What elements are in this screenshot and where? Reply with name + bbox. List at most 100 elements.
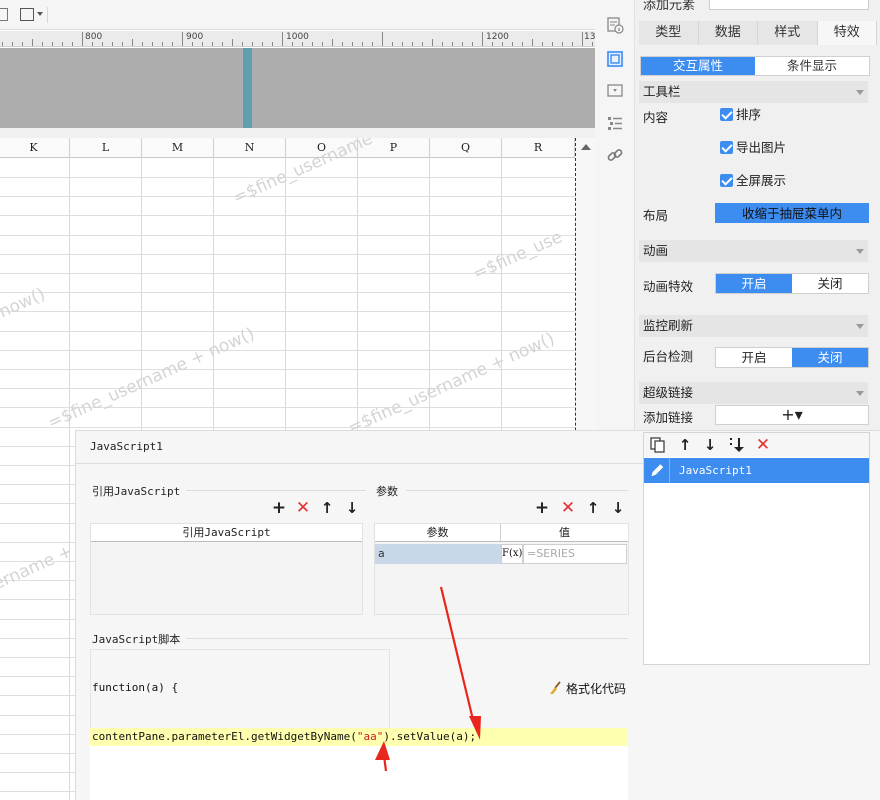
delete-icon[interactable]: ✕ xyxy=(755,437,771,454)
position-marker[interactable] xyxy=(243,48,252,128)
tab-effects[interactable]: 特效 xyxy=(817,21,877,45)
section-hyperlink[interactable]: 超级链接 xyxy=(639,382,868,404)
column-header-m[interactable]: M xyxy=(142,138,214,158)
ruler-tick xyxy=(172,42,173,46)
checkbox-checked-icon[interactable] xyxy=(720,174,733,187)
check-export-image[interactable]: 导出图片 xyxy=(720,140,786,156)
ruler-tick xyxy=(82,32,83,46)
ruler-tick xyxy=(362,42,363,46)
chevron-down-icon[interactable] xyxy=(37,12,43,16)
ruler-tick xyxy=(372,42,373,46)
ruler-tick xyxy=(512,42,513,46)
ruler-tick xyxy=(272,42,273,46)
band-gap xyxy=(0,128,595,138)
tab-type[interactable]: 类型 xyxy=(639,21,699,45)
dropdown-icon[interactable] xyxy=(606,82,624,100)
ruler-tick xyxy=(572,42,573,46)
list-icon[interactable] xyxy=(606,114,624,132)
layout-select[interactable]: 收缩于抽屉菜单内 xyxy=(715,203,869,223)
effects-subtabs: 交互属性 条件显示 xyxy=(640,56,870,76)
ruler-tick xyxy=(12,42,13,46)
arrow-down-icon[interactable]: ↓ xyxy=(702,437,718,453)
tab-style[interactable]: 样式 xyxy=(758,21,818,45)
frame-icon[interactable] xyxy=(20,8,34,21)
chevron-down-icon[interactable] xyxy=(856,249,864,254)
move-down-icon[interactable] xyxy=(728,436,746,454)
grid-row-line xyxy=(0,215,575,216)
grid-icon[interactable] xyxy=(0,8,8,21)
ruler-tick xyxy=(402,42,403,46)
section-monitor-refresh[interactable]: 监控刷新 xyxy=(639,315,868,337)
add-icon[interactable]: + xyxy=(271,500,287,517)
check-fullscreen[interactable]: 全屏展示 xyxy=(720,173,786,189)
ruler-tick xyxy=(112,42,113,46)
subtab-condition-display[interactable]: 条件显示 xyxy=(755,57,869,75)
ruler-tick xyxy=(292,42,293,46)
arrow-up-icon[interactable]: ↑ xyxy=(585,500,601,516)
column-header-k[interactable]: K xyxy=(0,138,70,158)
ruler-tick xyxy=(482,32,483,46)
chevron-down-icon[interactable] xyxy=(856,391,864,396)
link-icon[interactable] xyxy=(606,146,624,164)
section-animation[interactable]: 动画 xyxy=(639,240,868,262)
checkbox-checked-icon[interactable] xyxy=(720,141,733,154)
arrow-down-icon[interactable]: ↓ xyxy=(610,500,626,516)
scroll-up-icon[interactable] xyxy=(581,144,591,150)
column-header-q[interactable]: Q xyxy=(430,138,502,158)
check-label: 排序 xyxy=(736,107,762,122)
params-table[interactable]: 参数 值 a F(x) =SERIES xyxy=(374,523,629,615)
ruler-tick xyxy=(42,42,43,46)
delete-icon[interactable]: ✕ xyxy=(560,500,576,517)
copy-icon[interactable] xyxy=(650,437,666,453)
arrow-up-icon[interactable]: ↑ xyxy=(677,437,693,453)
code-editor[interactable] xyxy=(90,746,628,800)
script-list-item[interactable]: JavaScript1 xyxy=(644,458,869,483)
refresh-on-button[interactable]: 开启 xyxy=(716,348,792,367)
check-label: 全屏展示 xyxy=(736,173,787,188)
ruler-tick xyxy=(242,42,243,46)
ruler-tick xyxy=(72,42,73,46)
code-string: "aa" xyxy=(356,730,384,743)
column-header-r[interactable]: R xyxy=(502,138,575,158)
column-header-l[interactable]: L xyxy=(70,138,142,158)
frame-select-icon[interactable] xyxy=(606,50,624,68)
chevron-down-icon[interactable] xyxy=(856,324,864,329)
tab-data[interactable]: 数据 xyxy=(698,21,758,45)
animation-off-button[interactable]: 关闭 xyxy=(792,274,868,293)
widget-info-icon[interactable] xyxy=(606,16,624,34)
ref-js-table[interactable]: 引用JavaScript xyxy=(90,523,363,615)
arrow-down-icon[interactable]: ↓ xyxy=(344,500,360,516)
add-icon[interactable]: + xyxy=(534,500,550,517)
section-title: 超级链接 xyxy=(643,385,694,400)
animation-on-button[interactable]: 开启 xyxy=(716,274,792,293)
check-sort[interactable]: 排序 xyxy=(720,107,761,123)
add-element-select[interactable] xyxy=(709,0,869,10)
ruler-tick xyxy=(232,39,233,46)
horizontal-ruler: 800 900 1000 1200 13 xyxy=(0,31,595,47)
dialog-title: JavaScript1 xyxy=(90,440,163,453)
ruler-tick xyxy=(522,42,523,46)
subtab-interaction[interactable]: 交互属性 xyxy=(641,57,755,75)
code-line-highlighted[interactable]: contentPane.parameterEl.getWidgetByName(… xyxy=(90,728,628,746)
add-link-button[interactable]: +▾ xyxy=(715,405,869,425)
format-code-button[interactable]: 格式化代码 xyxy=(548,680,626,697)
refresh-off-button[interactable]: 关闭 xyxy=(792,348,868,367)
ruler-tick xyxy=(412,42,413,46)
column-header-n[interactable]: N xyxy=(214,138,286,158)
grid-row-line xyxy=(0,196,575,197)
layout-label: 布局 xyxy=(643,208,669,223)
checkbox-checked-icon[interactable] xyxy=(720,108,733,121)
chevron-down-icon[interactable] xyxy=(856,90,864,95)
ruler-tick xyxy=(432,39,433,46)
pen-icon[interactable] xyxy=(644,458,670,483)
property-tabs: 类型 数据 样式 特效 xyxy=(639,21,877,45)
arrow-up-icon[interactable]: ↑ xyxy=(319,500,335,516)
section-toolbar[interactable]: 工具栏 xyxy=(639,81,868,103)
param-name-cell[interactable]: a xyxy=(375,544,501,564)
ruler-tick xyxy=(392,42,393,46)
delete-icon[interactable]: ✕ xyxy=(295,500,311,517)
formula-icon[interactable]: F(x) xyxy=(501,544,523,564)
ruler-tick xyxy=(262,42,263,46)
script-list-toolbar: ↑ ↓ ✕ xyxy=(644,433,869,457)
param-value-cell[interactable]: =SERIES xyxy=(523,544,627,564)
